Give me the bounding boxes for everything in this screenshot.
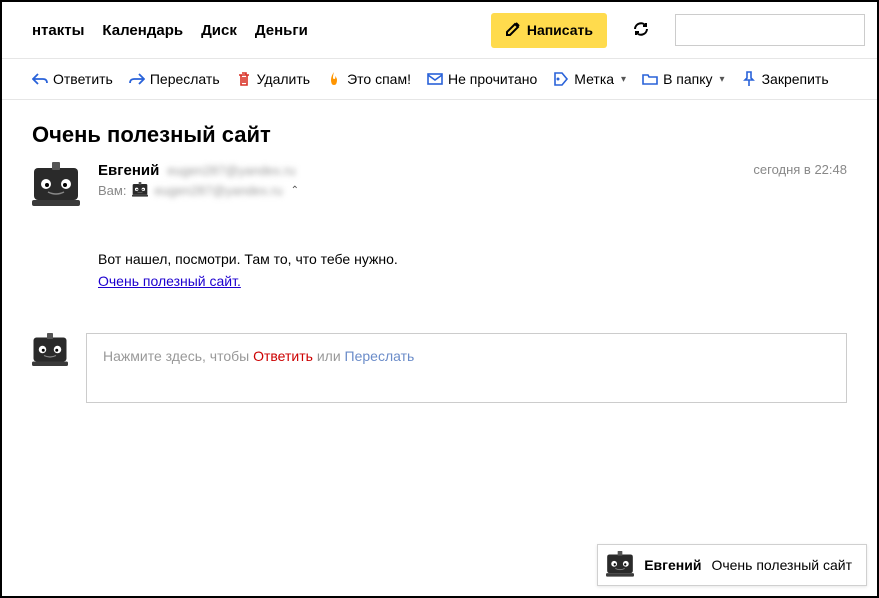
body-text: Вот нашел, посмотри. Там то, что тебе ну… [98, 248, 847, 270]
to-label: Вам: [98, 183, 126, 198]
spam-label: Это спам! [347, 71, 411, 87]
sender-name: Евгений [98, 162, 159, 179]
label-button[interactable]: Метка ▾ [553, 71, 626, 87]
folder-icon [642, 71, 658, 87]
refresh-icon [632, 20, 650, 41]
message-header: Евгений eugen287@yandex.ru Вам: eugen287… [2, 162, 877, 293]
reply-placeholder-prefix: Нажмите здесь, чтобы [103, 348, 253, 364]
chip-avatar [606, 551, 634, 579]
pin-icon [741, 71, 757, 87]
minimized-chip[interactable]: Евгений Очень полезный сайт [597, 544, 867, 586]
forward-icon [129, 71, 145, 87]
label-label: Метка [574, 71, 614, 87]
reply-label: Ответить [53, 71, 113, 87]
quick-reply-row: Нажмите здесь, чтобы Ответить или Пересл… [2, 293, 877, 403]
quick-reply-input[interactable]: Нажмите здесь, чтобы Ответить или Пересл… [86, 333, 847, 403]
email-body: Вот нашел, посмотри. Там то, что тебе ну… [98, 198, 847, 293]
body-link[interactable]: Очень полезный сайт. [98, 273, 241, 289]
folder-button[interactable]: В папку ▾ [642, 71, 725, 87]
refresh-button[interactable] [625, 14, 657, 46]
trash-icon [236, 71, 252, 87]
chip-name: Евгений [644, 557, 701, 573]
email-subject: Очень полезный сайт [2, 100, 877, 162]
pin-button[interactable]: Закрепить [741, 71, 829, 87]
nav-money[interactable]: Деньги [255, 22, 308, 39]
reply-placeholder-reply: Ответить [253, 348, 313, 364]
nav-contacts[interactable]: нтакты [32, 22, 84, 39]
chevron-down-icon: ▾ [621, 74, 626, 85]
forward-label: Переслать [150, 71, 220, 87]
flame-icon [326, 71, 342, 87]
chevron-down-icon: ▾ [720, 74, 725, 85]
reply-icon [32, 71, 48, 87]
nav-calendar[interactable]: Календарь [102, 22, 183, 39]
sender-email: eugen287@yandex.ru [167, 163, 295, 178]
top-nav: нтакты Календарь Диск Деньги Написать [2, 2, 877, 58]
mail-icon [427, 71, 443, 87]
compose-button[interactable]: Написать [491, 13, 607, 48]
delete-label: Удалить [257, 71, 310, 87]
my-avatar [32, 333, 68, 369]
compose-label: Написать [527, 22, 593, 38]
pin-label: Закрепить [762, 71, 829, 87]
compose-icon [505, 21, 521, 40]
expand-recipients-icon[interactable]: ⌃ [291, 185, 299, 196]
folder-label: В папку [663, 71, 712, 87]
chip-subject: Очень полезный сайт [711, 557, 852, 573]
unread-button[interactable]: Не прочитано [427, 71, 537, 87]
nav-disk[interactable]: Диск [201, 22, 237, 39]
reply-placeholder-forward: Переслать [345, 348, 415, 364]
recipient-email: eugen287@yandex.ru [154, 183, 282, 198]
unread-label: Не прочитано [448, 71, 537, 87]
delete-button[interactable]: Удалить [236, 71, 310, 87]
email-date: сегодня в 22:48 [753, 162, 847, 177]
sender-avatar [32, 162, 80, 210]
message-toolbar: Ответить Переслать Удалить Это спам! Не … [2, 58, 877, 100]
reply-placeholder-mid: или [313, 348, 345, 364]
forward-button[interactable]: Переслать [129, 71, 220, 87]
spam-button[interactable]: Это спам! [326, 71, 411, 87]
reply-button[interactable]: Ответить [32, 71, 113, 87]
tag-icon [553, 71, 569, 87]
recipient-avatar [132, 182, 148, 198]
search-input[interactable] [675, 14, 865, 46]
